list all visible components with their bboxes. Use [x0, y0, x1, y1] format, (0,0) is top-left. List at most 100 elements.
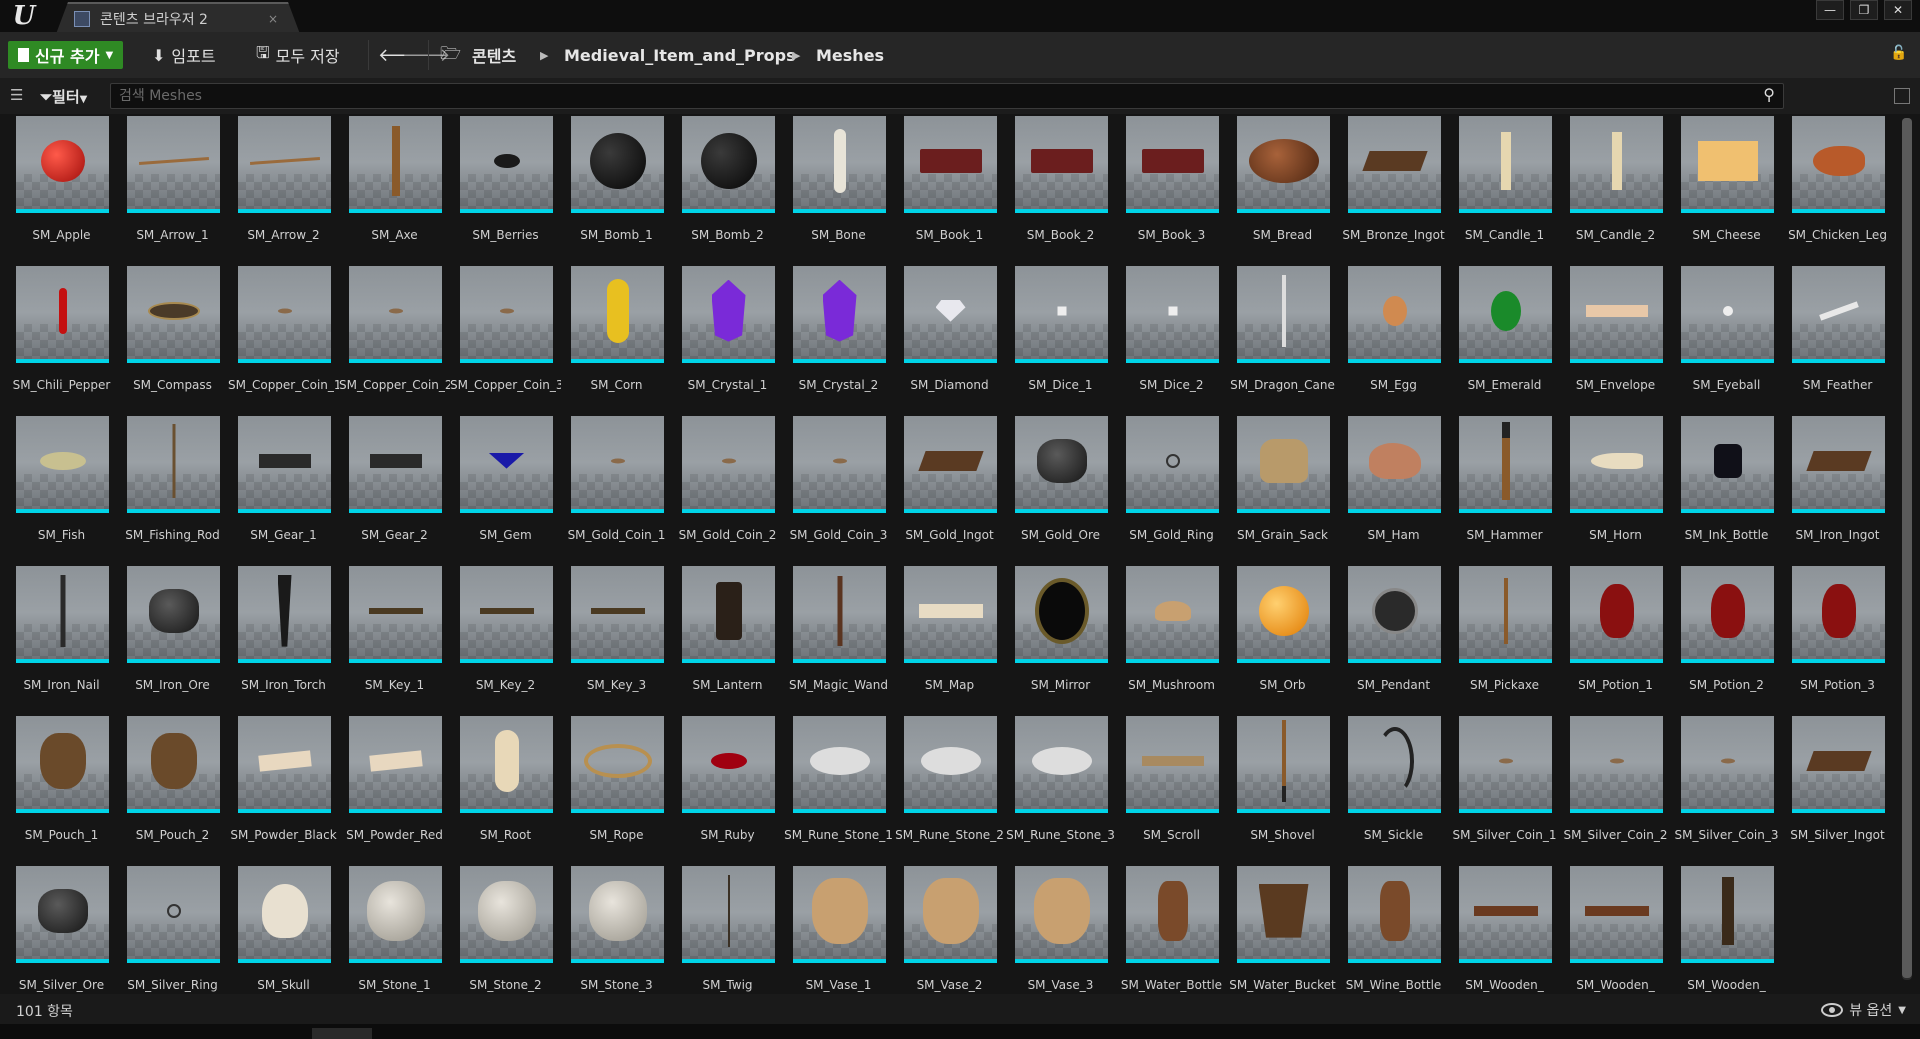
asset-tile[interactable]: SM_Gem	[450, 416, 561, 566]
asset-thumbnail[interactable]	[1348, 716, 1441, 813]
asset-thumbnail[interactable]	[1237, 266, 1330, 363]
asset-thumbnail[interactable]	[16, 716, 109, 813]
asset-thumbnail[interactable]	[460, 266, 553, 363]
sources-panel-icon[interactable]: ☰	[10, 86, 30, 104]
asset-tile[interactable]: SM_Map	[894, 566, 1005, 716]
asset-tile[interactable]: SM_Bronze_Ingot	[1338, 116, 1449, 266]
asset-tile[interactable]: SM_Dice_2	[1116, 266, 1227, 416]
asset-tile[interactable]: SM_Ruby	[672, 716, 783, 866]
asset-tile[interactable]: SM_Envelope	[1560, 266, 1671, 416]
asset-tile[interactable]: SM_Rune_Stone_2	[894, 716, 1005, 866]
asset-thumbnail[interactable]	[571, 566, 664, 663]
lock-icon[interactable]: 🔓	[1890, 45, 1908, 63]
asset-thumbnail[interactable]	[1792, 266, 1885, 363]
asset-tile[interactable]: SM_Feather	[1782, 266, 1893, 416]
asset-tile[interactable]: SM_Diamond	[894, 266, 1005, 416]
asset-tile[interactable]: SM_Shovel	[1227, 716, 1338, 866]
asset-tile[interactable]: SM_Silver_Coin_2	[1560, 716, 1671, 866]
asset-tile[interactable]: SM_Bomb_1	[561, 116, 672, 266]
asset-thumbnail[interactable]	[571, 116, 664, 213]
asset-thumbnail[interactable]	[793, 866, 886, 963]
asset-thumbnail[interactable]	[16, 416, 109, 513]
asset-thumbnail[interactable]	[1348, 116, 1441, 213]
asset-tile[interactable]: SM_Silver_Ingot	[1782, 716, 1893, 866]
asset-thumbnail[interactable]	[571, 266, 664, 363]
asset-tile[interactable]: SM_Mirror	[1005, 566, 1116, 716]
asset-tile[interactable]: SM_Berries	[450, 116, 561, 266]
asset-thumbnail[interactable]	[1126, 266, 1219, 363]
asset-thumbnail[interactable]	[460, 866, 553, 963]
asset-thumbnail[interactable]	[1681, 416, 1774, 513]
asset-tile[interactable]: SM_Stone_1	[339, 866, 450, 994]
asset-thumbnail[interactable]	[1126, 566, 1219, 663]
asset-thumbnail[interactable]	[571, 716, 664, 813]
asset-tile[interactable]: SM_Silver_Coin_1	[1449, 716, 1560, 866]
asset-thumbnail[interactable]	[349, 416, 442, 513]
asset-tile[interactable]: SM_Bone	[783, 116, 894, 266]
asset-tile[interactable]: SM_Dragon_Cane	[1227, 266, 1338, 416]
asset-tile[interactable]: SM_Twig	[672, 866, 783, 994]
asset-tile[interactable]: SM_Gold_Ore	[1005, 416, 1116, 566]
asset-tile[interactable]: SM_Lantern	[672, 566, 783, 716]
asset-thumbnail[interactable]	[16, 116, 109, 213]
asset-thumbnail[interactable]	[793, 266, 886, 363]
asset-tile[interactable]: SM_Gold_Coin_3	[783, 416, 894, 566]
asset-tile[interactable]: SM_Potion_2	[1671, 566, 1782, 716]
asset-tile[interactable]: SM_Fishing_Rod	[117, 416, 228, 566]
asset-tile[interactable]: SM_Orb	[1227, 566, 1338, 716]
asset-tile[interactable]: SM_Water_Bottle	[1116, 866, 1227, 994]
asset-tile[interactable]: SM_Egg	[1338, 266, 1449, 416]
asset-tile[interactable]: SM_Gold_Ring	[1116, 416, 1227, 566]
asset-tile[interactable]: SM_Gear_1	[228, 416, 339, 566]
asset-thumbnail[interactable]	[1792, 566, 1885, 663]
asset-tile[interactable]: SM_Candle_1	[1449, 116, 1560, 266]
asset-tile[interactable]: SM_Stone_3	[561, 866, 672, 994]
asset-thumbnail[interactable]	[904, 866, 997, 963]
asset-tile[interactable]: SM_Pouch_1	[6, 716, 117, 866]
asset-tile[interactable]: SM_Book_3	[1116, 116, 1227, 266]
asset-tile[interactable]: SM_Wooden_	[1560, 866, 1671, 994]
asset-thumbnail[interactable]	[127, 866, 220, 963]
asset-thumbnail[interactable]	[349, 566, 442, 663]
asset-tile[interactable]: SM_Grain_Sack	[1227, 416, 1338, 566]
asset-thumbnail[interactable]	[1015, 266, 1108, 363]
search-icon[interactable]: ⚲	[1763, 85, 1775, 104]
asset-thumbnail[interactable]	[127, 716, 220, 813]
asset-thumbnail[interactable]	[127, 566, 220, 663]
asset-tile[interactable]: SM_Fish	[6, 416, 117, 566]
asset-tile[interactable]: SM_Hammer	[1449, 416, 1560, 566]
asset-thumbnail[interactable]	[1348, 416, 1441, 513]
asset-tile[interactable]: SM_Cheese	[1671, 116, 1782, 266]
asset-thumbnail[interactable]	[682, 416, 775, 513]
asset-thumbnail[interactable]	[1348, 566, 1441, 663]
asset-tile[interactable]: SM_Pendant	[1338, 566, 1449, 716]
asset-tile[interactable]: SM_Scroll	[1116, 716, 1227, 866]
asset-thumbnail[interactable]	[1237, 866, 1330, 963]
asset-tile[interactable]: SM_Key_3	[561, 566, 672, 716]
asset-thumbnail[interactable]	[904, 566, 997, 663]
asset-thumbnail[interactable]	[1237, 566, 1330, 663]
asset-thumbnail[interactable]	[1792, 116, 1885, 213]
asset-thumbnail[interactable]	[904, 266, 997, 363]
asset-tile[interactable]: SM_Arrow_2	[228, 116, 339, 266]
asset-thumbnail[interactable]	[682, 266, 775, 363]
asset-tile[interactable]: SM_Silver_Ring	[117, 866, 228, 994]
asset-tile[interactable]: SM_Silver_Coin_3	[1671, 716, 1782, 866]
asset-tile[interactable]: SM_Iron_Torch	[228, 566, 339, 716]
asset-tile[interactable]: SM_Water_Bucket	[1227, 866, 1338, 994]
asset-tile[interactable]: SM_Powder_Black	[228, 716, 339, 866]
asset-thumbnail[interactable]	[1015, 716, 1108, 813]
asset-thumbnail[interactable]	[793, 416, 886, 513]
bottom-tab[interactable]	[312, 1028, 372, 1039]
asset-tile[interactable]: SM_Root	[450, 716, 561, 866]
breadcrumb-meshes[interactable]: Meshes	[816, 41, 884, 69]
asset-tile[interactable]: SM_Gold_Ingot	[894, 416, 1005, 566]
asset-tile[interactable]: SM_Pickaxe	[1449, 566, 1560, 716]
asset-thumbnail[interactable]	[238, 866, 331, 963]
asset-tile[interactable]: SM_Crystal_1	[672, 266, 783, 416]
asset-tile[interactable]: SM_Silver_Ore	[6, 866, 117, 994]
asset-tile[interactable]: SM_Compass	[117, 266, 228, 416]
asset-thumbnail[interactable]	[238, 716, 331, 813]
asset-thumbnail[interactable]	[904, 116, 997, 213]
asset-tile[interactable]: SM_Copper_Coin_1	[228, 266, 339, 416]
